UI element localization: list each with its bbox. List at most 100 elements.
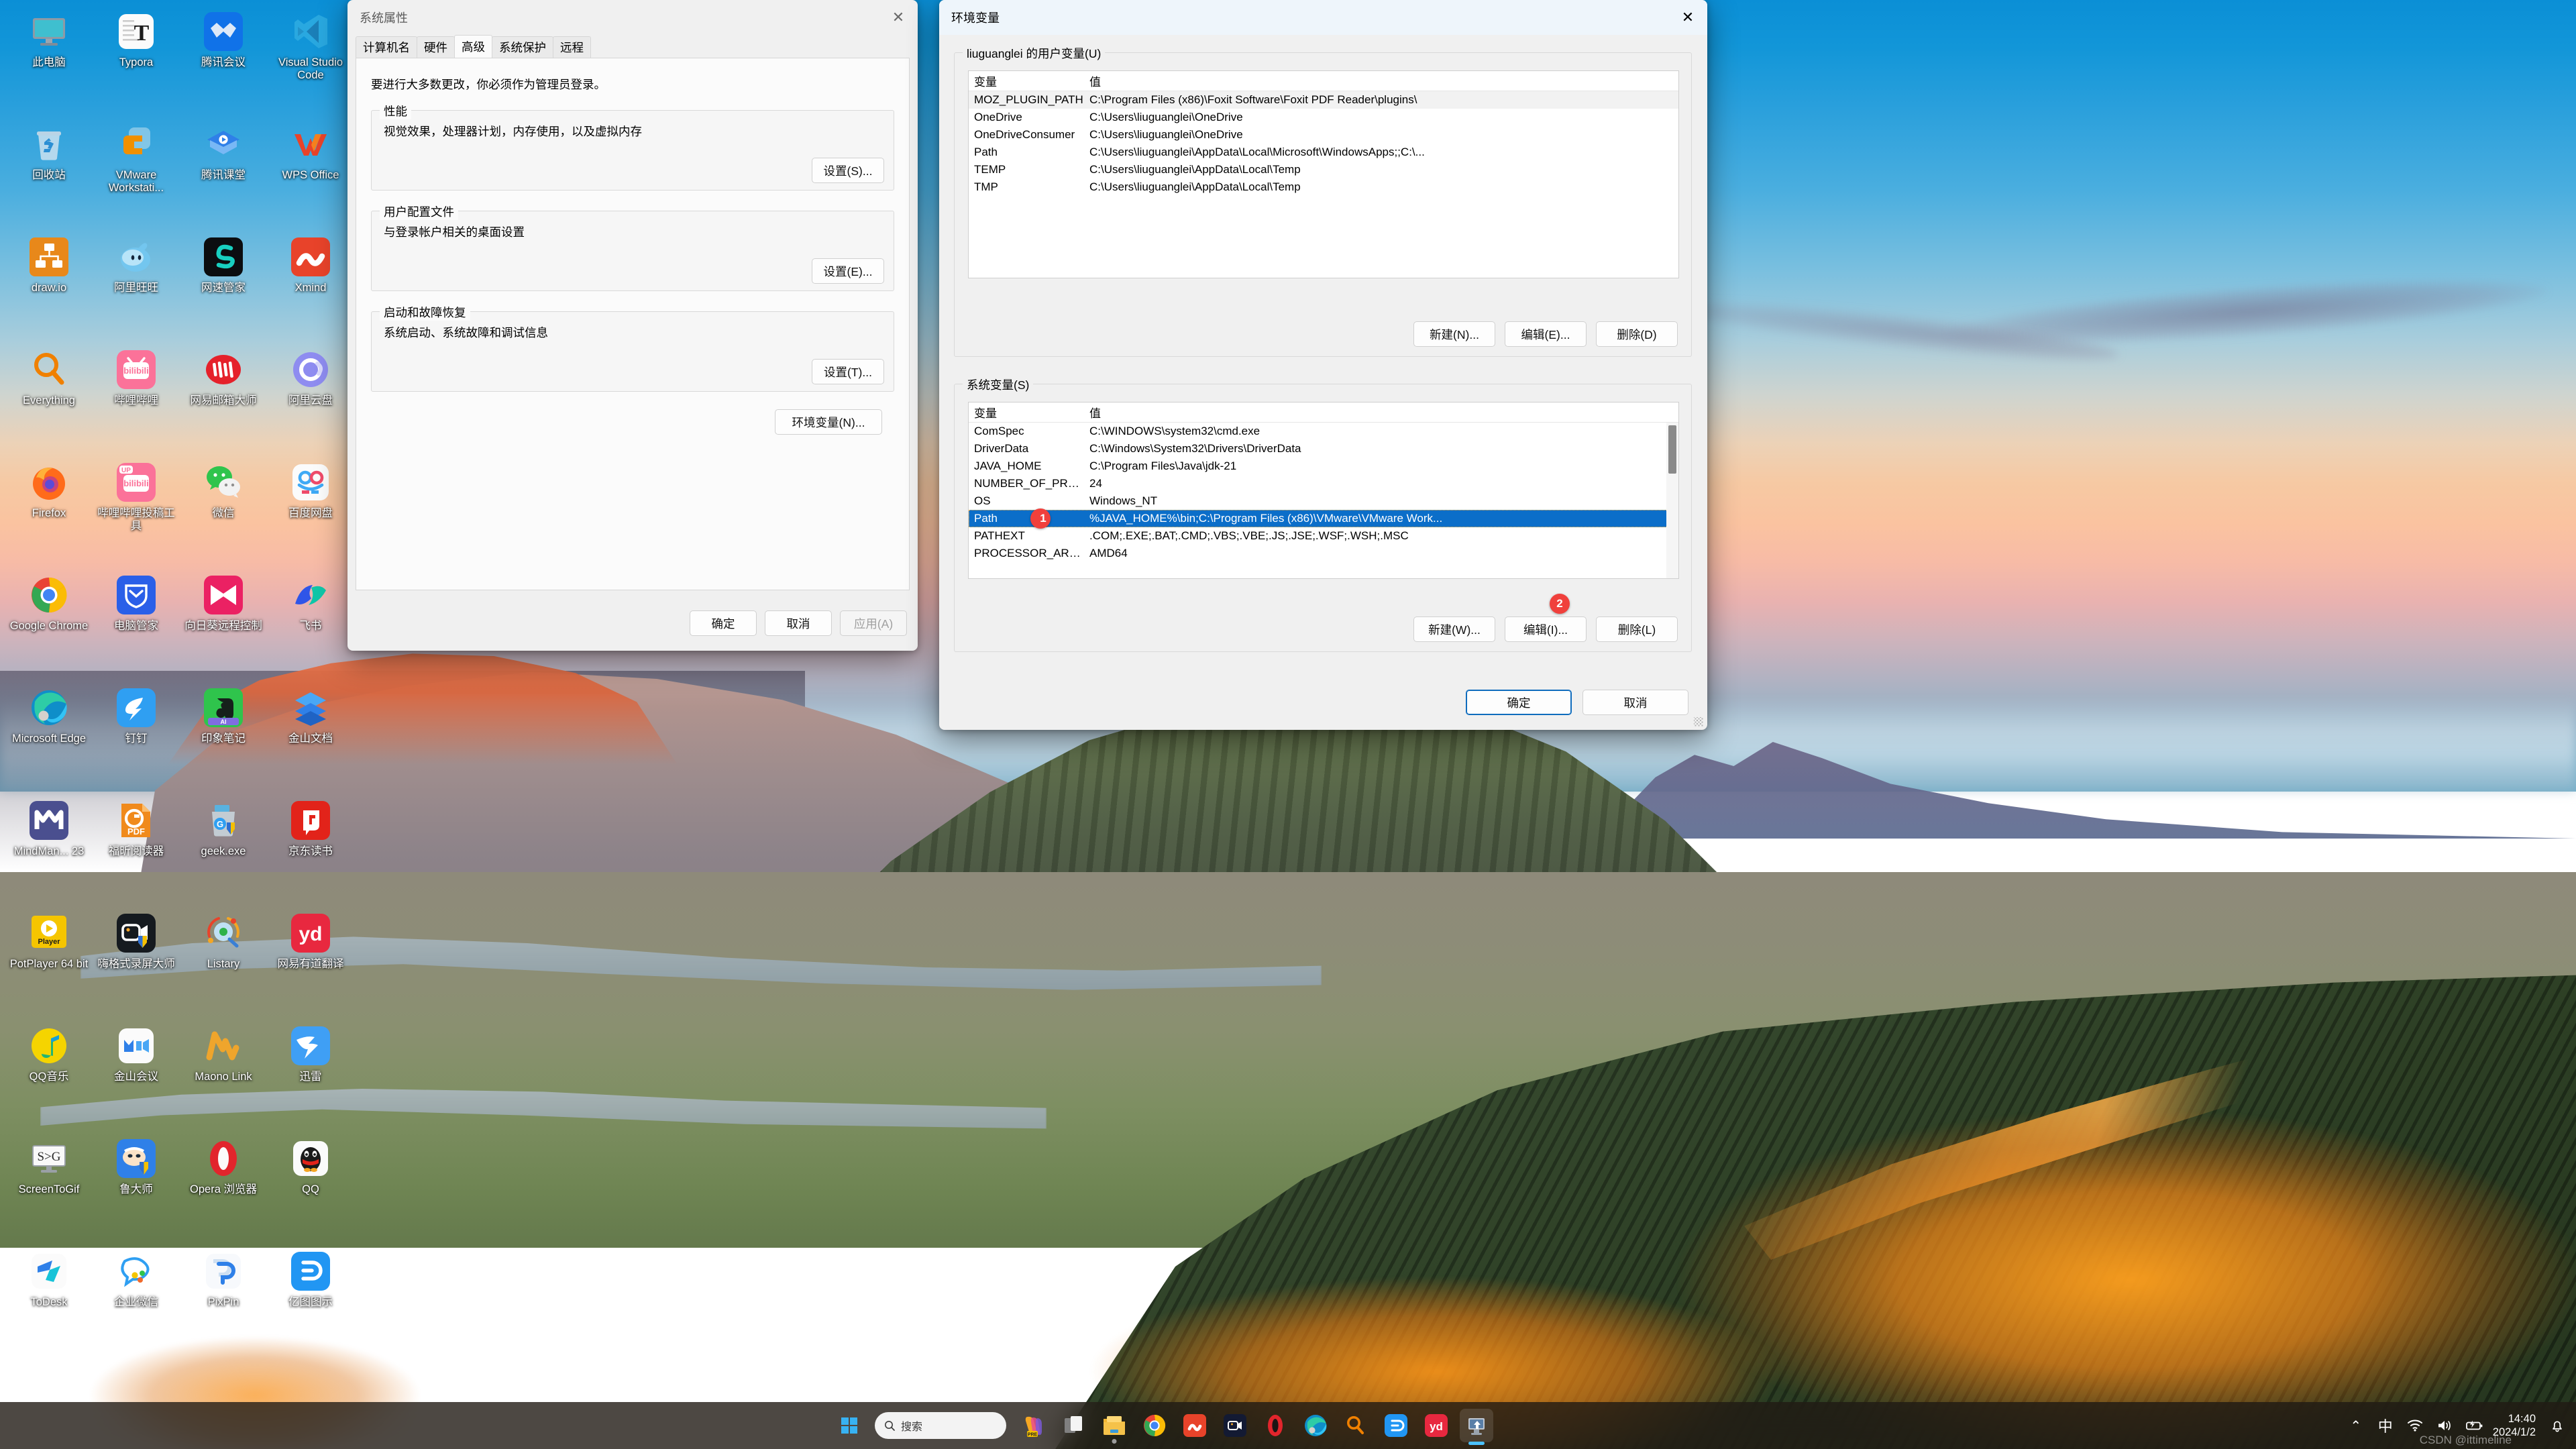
desktop-icon-kingsoft-meeting[interactable]: 金山会议 — [93, 1021, 180, 1134]
system-edit-button[interactable]: 编辑(I)... — [1505, 616, 1587, 642]
taskbar-app-task-view[interactable] — [1057, 1409, 1091, 1442]
desktop-icon-jd-read[interactable]: 京东读书 — [267, 796, 354, 908]
taskbar-app-chrome[interactable] — [1138, 1409, 1171, 1442]
table-row[interactable]: OneDriveConsumer C:\Users\liuguanglei\One… — [969, 126, 1678, 144]
table-row[interactable]: JAVA_HOME C:\Program Files\Java\jdk-21 — [969, 458, 1678, 475]
tab-advanced[interactable]: 高级 — [454, 35, 492, 58]
tray-ime-icon[interactable]: 中 — [2371, 1402, 2400, 1449]
table-row[interactable]: DriverData C:\Windows\System32\Drivers\Dr… — [969, 440, 1678, 458]
desktop-icon-edraw[interactable]: 亿图图示 — [267, 1246, 354, 1359]
desktop-icon-bilibili-upload[interactable]: bilibili UP 哔哩哔哩投稿工具 — [93, 458, 180, 570]
desktop-icon-wechat[interactable]: 微信 — [180, 458, 267, 570]
desktop-icon-ludashi[interactable]: 鲁大师 — [93, 1134, 180, 1246]
desktop-icon-geek-uninstaller[interactable]: Ggeek.exe — [180, 796, 267, 908]
desktop-icon-potplayer[interactable]: Player PotPlayer 64 bit — [5, 908, 93, 1021]
desktop-icon-kingsoft-docs[interactable]: 金山文档 — [267, 683, 354, 796]
taskbar-app-system-properties[interactable] — [1460, 1409, 1493, 1445]
desktop-icon-edge[interactable]: Microsoft Edge — [5, 683, 93, 796]
env-ok-button[interactable]: 确定 — [1466, 690, 1572, 715]
table-row[interactable]: Path C:\Users\liuguanglei\AppData\Local\M… — [969, 144, 1678, 161]
desktop-icon-thunder[interactable]: 迅雷 — [267, 1021, 354, 1134]
tab-sp-1[interactable]: 硬件 — [417, 36, 455, 58]
tray-chevron-up-icon[interactable]: ⌃ — [2341, 1402, 2371, 1449]
system-new-button[interactable]: 新建(W)... — [1413, 616, 1495, 642]
desktop-icon-xmind[interactable]: Xmind — [267, 232, 354, 345]
desktop-icon-wangsu-guanjia[interactable]: 网速管家 — [180, 232, 267, 345]
scrollbar-thumb[interactable] — [1668, 425, 1676, 474]
system-properties-titlebar[interactable]: 系统属性 ✕ — [347, 0, 918, 35]
system-variables-scrollbar[interactable] — [1666, 423, 1678, 578]
user-profile-settings-button[interactable]: 设置(E)... — [812, 258, 884, 284]
battery-charging-icon[interactable] — [2459, 1402, 2489, 1449]
env-dialog-titlebar[interactable]: 环境变量 ✕ — [939, 0, 1707, 35]
table-row[interactable]: TEMP C:\Users\liuguanglei\AppData\Local\T… — [969, 161, 1678, 178]
system-delete-button[interactable]: 删除(L) — [1596, 616, 1678, 642]
desktop-icon-foxit-reader[interactable]: PDF 福昕阅读器 — [93, 796, 180, 908]
system-path-row[interactable]: Path %JAVA_HOME%\bin;C:\Program Files (x8… — [969, 508, 1678, 529]
desktop-icon-aliwangwang[interactable]: 阿里旺旺 — [93, 232, 180, 345]
start-button[interactable] — [832, 1408, 867, 1443]
desktop-icon-everything[interactable]: Everything — [5, 345, 93, 458]
taskbar-app-xmind[interactable] — [1178, 1409, 1212, 1442]
bell-icon[interactable] — [2542, 1402, 2572, 1449]
table-row[interactable]: NUMBER_OF_PROCESSORS 24 — [969, 475, 1678, 492]
desktop-icon-tencent-ketang[interactable]: 腾讯课堂 — [180, 119, 267, 232]
taskbar-app-edge[interactable] — [1299, 1409, 1332, 1442]
taskbar-app-copilot[interactable]: PRE — [1017, 1409, 1051, 1442]
desktop-icon-higeshi-recorder[interactable]: 嗨格式录屏大师 — [93, 908, 180, 1021]
resize-grip[interactable] — [1694, 717, 1703, 727]
desktop-icon-tencent-pcmgr[interactable]: 电脑管家 — [93, 570, 180, 683]
desktop-icon-wps-office[interactable]: WPS Office — [267, 119, 354, 232]
desktop-icon-youdao-translate[interactable]: yd 网易有道翻译 — [267, 908, 354, 1021]
user-edit-button[interactable]: 编辑(E)... — [1505, 321, 1587, 347]
desktop-icon-screentogif[interactable]: S>G ScreenToGif — [5, 1134, 93, 1246]
user-delete-button[interactable]: 删除(D) — [1596, 321, 1678, 347]
desktop-icon-opera[interactable]: Opera 浏览器 — [180, 1134, 267, 1246]
desktop-icon-chrome[interactable]: Google Chrome — [5, 570, 93, 683]
table-row[interactable]: MOZ_PLUGIN_PATH C:\Program Files (x86)\Fo… — [969, 91, 1678, 109]
desktop-icon-tencent-meeting[interactable]: 腾讯会议 — [180, 7, 267, 119]
close-icon[interactable]: ✕ — [879, 0, 918, 35]
user-new-button[interactable]: 新建(N)... — [1413, 321, 1495, 347]
desktop-icon-netease-mail[interactable]: 网易邮箱大师 — [180, 345, 267, 458]
tab-sp-0[interactable]: 计算机名 — [356, 36, 417, 58]
desktop-icon-pixpin[interactable]: PixPin — [180, 1246, 267, 1359]
table-row[interactable]: ComSpec C:\WINDOWS\system32\cmd.exe — [969, 423, 1678, 440]
volume-icon[interactable] — [2430, 1402, 2459, 1449]
ok-button[interactable]: 确定 — [690, 610, 757, 636]
table-row[interactable]: TMP C:\Users\liuguanglei\AppData\Local\Te… — [969, 178, 1678, 196]
desktop-icon-mindmanager[interactable]: MindMan... 23 — [5, 796, 93, 908]
desktop-icon-todesk[interactable]: ToDesk — [5, 1246, 93, 1359]
desktop-icon-this-pc[interactable]: 此电脑 — [5, 7, 93, 119]
desktop-icon-baidu-netdisk[interactable]: 百度网盘 — [267, 458, 354, 570]
desktop-icon-typora[interactable]: T Typora — [93, 7, 180, 119]
desktop-icon-feishu[interactable]: 飞书 — [267, 570, 354, 683]
taskbar-app-opera[interactable] — [1258, 1409, 1292, 1442]
desktop-icon-listary[interactable]: Listary — [180, 908, 267, 1021]
table-row[interactable]: PATHEXT .COM;.EXE;.BAT;.CMD;.VBS;.VBE;.JS… — [969, 527, 1678, 545]
taskbar-app-meeting[interactable] — [1218, 1409, 1252, 1442]
desktop-icon-evernote[interactable]: AI 印象笔记 — [180, 683, 267, 796]
desktop-icon-recycle-bin[interactable]: 回收站 — [5, 119, 93, 232]
search-box[interactable]: 搜索 — [875, 1412, 1006, 1439]
wifi-icon[interactable] — [2400, 1402, 2430, 1449]
desktop-icon-bilibili[interactable]: bilibili 哔哩哔哩 — [93, 345, 180, 458]
environment-variables-button[interactable]: 环境变量(N)... — [775, 409, 882, 435]
tab-sp-4[interactable]: 远程 — [553, 36, 591, 58]
desktop-icon-firefox[interactable]: Firefox — [5, 458, 93, 570]
cancel-button[interactable]: 取消 — [765, 610, 832, 636]
table-row[interactable]: OS Windows_NT — [969, 492, 1678, 510]
desktop-icon-drawio[interactable]: draw.io — [5, 232, 93, 345]
desktop-icon-dingtalk[interactable]: 钉钉 — [93, 683, 180, 796]
desktop-icon-aliyun-drive[interactable]: 阿里云盘 — [267, 345, 354, 458]
taskbar-app-file-explorer[interactable] — [1097, 1409, 1131, 1444]
taskbar-app-youdao[interactable]: yd — [1419, 1409, 1453, 1442]
desktop-icon-vmware[interactable]: VMware Workstati... — [93, 119, 180, 232]
desktop-icon-wecom[interactable]: 企业微信 — [93, 1246, 180, 1359]
desktop-icon-qq-music[interactable]: QQ音乐 — [5, 1021, 93, 1134]
apply-button[interactable]: 应用(A) — [840, 610, 907, 636]
performance-settings-button[interactable]: 设置(S)... — [812, 158, 884, 183]
clock[interactable]: 14:40 2024/1/2 — [2489, 1412, 2542, 1439]
system-variables-list[interactable]: 变量 值 ComSpec C:\WINDOWS\system32\cmd.exe D… — [968, 402, 1679, 579]
startup-recovery-settings-button[interactable]: 设置(T)... — [812, 359, 884, 384]
